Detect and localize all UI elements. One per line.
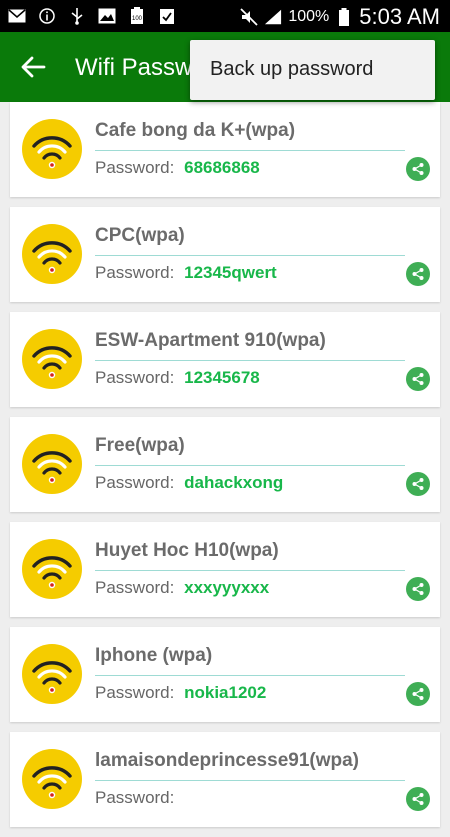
wifi-icon xyxy=(22,644,82,704)
battery-icon xyxy=(335,8,353,26)
share-icon[interactable] xyxy=(406,472,430,496)
image-icon xyxy=(98,7,116,25)
share-icon[interactable] xyxy=(406,682,430,706)
wifi-icon xyxy=(22,749,82,809)
list-item[interactable]: lamaisondeprincesse91(wpa) Password: xyxy=(10,732,440,827)
password-label: Password: xyxy=(95,788,175,807)
password-row: Password: 12345678 xyxy=(95,368,260,388)
divider xyxy=(95,255,405,256)
share-icon[interactable] xyxy=(406,577,430,601)
list-item[interactable]: CPC(wpa) Password: 12345qwert xyxy=(10,207,440,302)
list-item[interactable]: Huyet Hoc H10(wpa) Password: xxxyyyxxx xyxy=(10,522,440,617)
divider xyxy=(95,360,405,361)
password-value[interactable]: 68686868 xyxy=(184,158,260,177)
signal-icon xyxy=(264,8,282,26)
info-icon xyxy=(38,7,56,25)
wifi-icon xyxy=(22,329,82,389)
usb-icon xyxy=(68,7,86,25)
divider xyxy=(95,780,405,781)
password-label: Password: xyxy=(95,473,175,492)
network-name: Free(wpa) xyxy=(95,435,185,456)
network-name: CPC(wpa) xyxy=(95,225,185,246)
divider xyxy=(95,570,405,571)
network-name: ESW-Apartment 910(wpa) xyxy=(95,330,326,351)
network-list: Cafe bong da K+(wpa) Password: 68686868 … xyxy=(10,102,440,837)
password-label: Password: xyxy=(95,578,175,597)
page-title: Wifi Passw xyxy=(75,54,193,81)
password-label: Password: xyxy=(95,263,175,282)
password-row: Password: xyxy=(95,788,179,808)
divider xyxy=(95,150,405,151)
battery-100-icon: 100 xyxy=(128,7,146,25)
list-item[interactable]: ESW-Apartment 910(wpa) Password: 1234567… xyxy=(10,312,440,407)
menu-item-back-up-password[interactable]: Back up password xyxy=(210,58,373,81)
password-label: Password: xyxy=(95,368,175,387)
password-value[interactable]: xxxyyyxxx xyxy=(184,578,269,597)
password-row: Password: 68686868 xyxy=(95,158,260,178)
password-value[interactable]: nokia1202 xyxy=(184,683,266,702)
clock: 5:03 AM xyxy=(359,4,440,29)
password-row: Password: nokia1202 xyxy=(95,683,266,703)
svg-text:100: 100 xyxy=(132,16,143,22)
status-bar: 100 100% 5:03 AM xyxy=(0,0,450,32)
network-name: Iphone (wpa) xyxy=(95,645,213,666)
clipboard-check-icon xyxy=(158,7,176,25)
network-name: lamaisondeprincesse91(wpa) xyxy=(95,750,359,771)
list-item[interactable]: Free(wpa) Password: dahackxong xyxy=(10,417,440,512)
share-icon[interactable] xyxy=(406,262,430,286)
divider xyxy=(95,675,405,676)
wifi-icon xyxy=(22,119,82,179)
password-row: Password: dahackxong xyxy=(95,473,283,493)
list-item[interactable]: Cafe bong da K+(wpa) Password: 68686868 xyxy=(10,102,440,197)
wifi-icon xyxy=(22,539,82,599)
share-icon[interactable] xyxy=(406,787,430,811)
share-icon[interactable] xyxy=(406,157,430,181)
password-value[interactable]: dahackxong xyxy=(184,473,283,492)
network-name: Huyet Hoc H10(wpa) xyxy=(95,540,279,561)
password-row: Password: 12345qwert xyxy=(95,263,277,283)
battery-percent: 100% xyxy=(288,8,330,25)
wifi-icon xyxy=(22,224,82,284)
divider xyxy=(95,465,405,466)
password-row: Password: xxxyyyxxx xyxy=(95,578,269,598)
mail-icon xyxy=(8,7,26,25)
password-value[interactable]: 12345qwert xyxy=(184,263,277,282)
password-value[interactable]: 12345678 xyxy=(184,368,260,387)
share-icon[interactable] xyxy=(406,367,430,391)
wifi-icon xyxy=(22,434,82,494)
password-label: Password: xyxy=(95,683,175,702)
password-label: Password: xyxy=(95,158,175,177)
mute-icon xyxy=(240,8,258,26)
network-name: Cafe bong da K+(wpa) xyxy=(95,120,296,141)
back-arrow-icon[interactable] xyxy=(20,54,46,80)
overflow-menu: Back up password xyxy=(190,40,435,100)
list-item[interactable]: Iphone (wpa) Password: nokia1202 xyxy=(10,627,440,722)
